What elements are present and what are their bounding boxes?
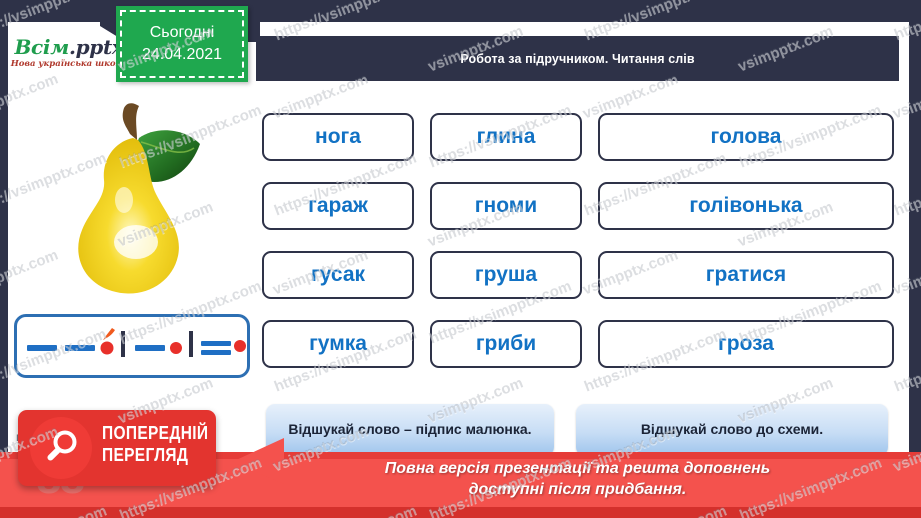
- pear-stem: [122, 103, 139, 140]
- word-card[interactable]: гратися: [598, 251, 894, 299]
- word-card[interactable]: гриби: [430, 320, 582, 368]
- today-date: 24.04.2021: [141, 46, 223, 63]
- instruction-card-2[interactable]: Відшукай слово до схеми.: [576, 404, 888, 456]
- scheme-stress-mark: [103, 328, 115, 340]
- scheme-bar: [201, 341, 231, 346]
- word-card[interactable]: груша: [430, 251, 582, 299]
- scheme-vowel-dot: [170, 342, 182, 354]
- word-card[interactable]: гараж: [262, 182, 414, 230]
- word-card-label: голівонька: [689, 194, 803, 217]
- word-card[interactable]: гусак: [262, 251, 414, 299]
- word-card[interactable]: гноми: [430, 182, 582, 230]
- scheme-vowel-dot: [234, 340, 246, 352]
- promo-message-line2: доступні після придбання.: [468, 481, 687, 499]
- word-card[interactable]: голівонька: [598, 182, 894, 230]
- preview-stamp-text: ПОПЕРЕДНІЙ ПЕРЕГЛЯД: [102, 423, 216, 465]
- word-card[interactable]: глина: [430, 113, 582, 161]
- preview-stamp-line2: ПЕРЕГЛЯД: [102, 445, 189, 466]
- preview-stamp-line1: ПОПЕРЕДНІЙ: [102, 423, 209, 443]
- word-card-label: гратися: [705, 263, 787, 286]
- today-label: Сьогодні: [149, 24, 215, 41]
- promo-message-line1: Повна версія презентації та решта доповн…: [384, 460, 771, 477]
- magnifier-glyph: [47, 430, 77, 461]
- today-date-badge: Сьогодні 24.04.2021: [116, 6, 248, 82]
- preview-stamp[interactable]: ПОПЕРЕДНІЙ ПЕРЕГЛЯД: [18, 410, 216, 486]
- word-card-label: груша: [474, 263, 538, 286]
- page-title: Робота за підручником. Читання слів: [460, 51, 695, 66]
- promo-message: Повна версія презентації та решта доповн…: [246, 458, 909, 500]
- magnifier-icon: [30, 417, 92, 479]
- word-card-label: глина: [476, 125, 536, 148]
- instruction-label: Відшукай слово до схеми.: [640, 421, 824, 438]
- word-card-label: гусак: [310, 263, 366, 286]
- pear-image: [38, 96, 228, 301]
- word-card-label: нога: [315, 125, 361, 148]
- brand-logo-tagline: Нова українська школа: [10, 59, 128, 70]
- brand-logo: Всім.pptx Нова українська школа: [10, 30, 128, 76]
- scheme-bar: [201, 350, 231, 355]
- brand-logo-name-main: Всім: [14, 35, 69, 60]
- instruction-card-1[interactable]: Відшукай слово – підпис малюнка.: [266, 404, 554, 456]
- word-card-label: гроза: [718, 332, 774, 355]
- sound-scheme: [14, 314, 250, 378]
- word-card-label: гумка: [309, 332, 367, 355]
- scheme-divider: [189, 331, 193, 357]
- word-card-label: гриби: [475, 332, 537, 355]
- presentation-slide: Всім.pptx Нова українська школа Сьогодні…: [0, 0, 921, 518]
- word-card[interactable]: гроза: [598, 320, 894, 368]
- scheme-bar: [65, 345, 95, 351]
- word-card[interactable]: голова: [598, 113, 894, 161]
- scheme-divider: [121, 331, 125, 357]
- word-card-label: голова: [710, 125, 782, 148]
- sound-scheme-diagram: [27, 328, 246, 357]
- scheme-vowel-dot: [100, 341, 114, 355]
- word-card[interactable]: гумка: [262, 320, 414, 368]
- word-card-label: гараж: [308, 194, 368, 217]
- slide-title-bar: Робота за підручником. Читання слів: [256, 36, 899, 81]
- scheme-bar: [27, 345, 57, 351]
- scheme-bar: [135, 345, 165, 351]
- instruction-label: Відшукай слово – підпис малюнка.: [288, 421, 532, 438]
- word-card-label: гноми: [474, 194, 538, 217]
- pear-icon: [78, 103, 200, 294]
- word-card[interactable]: нога: [262, 113, 414, 161]
- brand-logo-name: Всім.pptx: [14, 37, 123, 57]
